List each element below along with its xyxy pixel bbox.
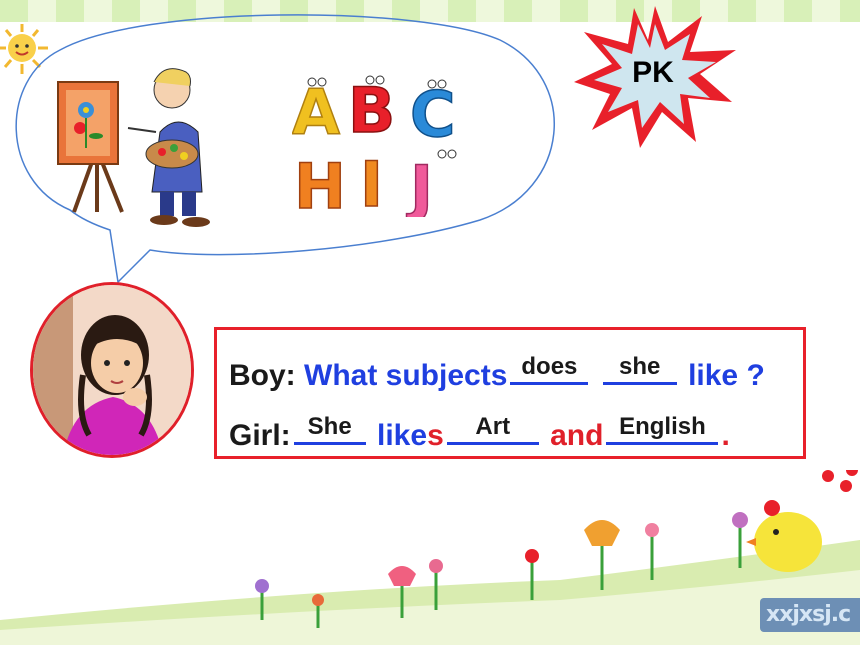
blank-art-answer: Art: [475, 413, 511, 440]
girl-conj-stem: an: [550, 419, 586, 452]
abc-hij-letters-picture: A B C H I J: [292, 73, 457, 217]
girl-portrait-picture: [33, 285, 191, 455]
blank-english: English: [606, 412, 719, 445]
blank-does-answer: does: [521, 353, 578, 380]
blank-art: Art: [446, 412, 539, 445]
girl-speaker: Girl:: [229, 419, 291, 452]
svg-text:J: J: [406, 152, 433, 217]
boy-question-text: What subjects: [304, 359, 508, 392]
flower-meadow-picture: [0, 470, 860, 645]
painter-illustration: [57, 68, 210, 227]
sentence-box: Boy: What subjects does she like ? Girl: S…: [214, 327, 806, 459]
blank-does: does: [510, 352, 589, 385]
watermark: xxjxsj.c: [760, 598, 860, 632]
blank-she-cap-answer: She: [307, 413, 352, 440]
blank-she-cap: She: [293, 412, 366, 445]
girl-conj-end: d: [585, 419, 604, 452]
girl-period: .: [721, 419, 730, 452]
girl-photo: [30, 282, 194, 458]
svg-text:H: H: [294, 150, 346, 217]
girl-answer-line: Girl: She likes Art and English.: [229, 412, 730, 453]
boy-question-end: like ?: [688, 359, 765, 392]
girl-verb-suffix: s: [427, 419, 444, 452]
boy-question-line: Boy: What subjects does she like ?: [229, 352, 765, 393]
blank-she: she: [602, 352, 677, 385]
pk-label: PK: [632, 56, 674, 89]
girl-verb-stem: like: [377, 419, 428, 452]
blank-english-answer: English: [619, 413, 706, 440]
boy-speaker: Boy:: [229, 359, 296, 392]
blank-she-answer: she: [619, 353, 661, 380]
svg-text:I: I: [360, 148, 383, 217]
svg-text:A: A: [292, 76, 340, 149]
svg-text:C: C: [410, 78, 456, 151]
svg-text:B: B: [348, 74, 395, 147]
watermark-text: xxjxsj.c: [766, 602, 851, 627]
